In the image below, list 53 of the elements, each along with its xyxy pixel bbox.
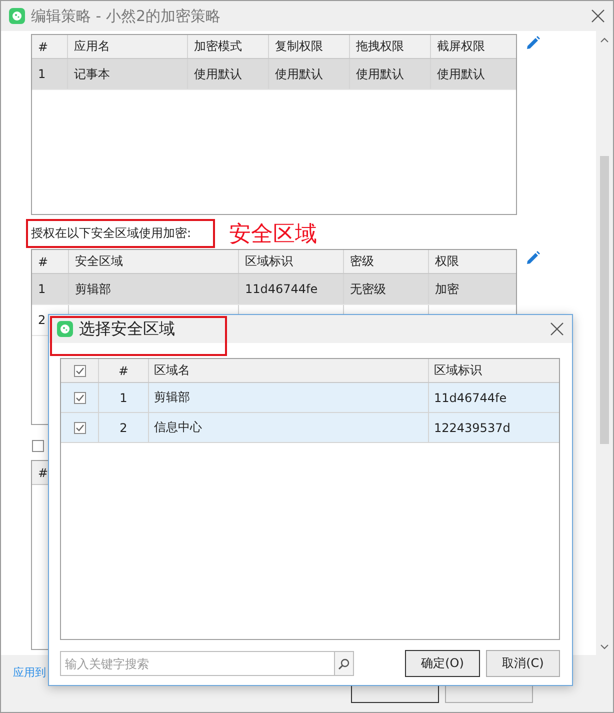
window-title: 编辑策略 - 小然2的加密策略	[31, 6, 222, 26]
zone-label: 授权在以下安全区域使用加密:	[26, 219, 216, 248]
column-header: 权限	[434, 253, 460, 270]
column-header: #	[99, 359, 149, 382]
close-icon[interactable]	[550, 322, 564, 336]
table-cell-text: 使用默认	[436, 66, 486, 82]
table-cell: 1	[32, 274, 69, 304]
table-cell: 剪辑部	[69, 274, 239, 304]
column-header: 安全区域	[69, 250, 239, 273]
column-header: #	[32, 35, 68, 58]
table-cell: 11d46744fe	[239, 274, 344, 304]
column-header: 加密模式	[188, 35, 269, 58]
table-cell-text: 122439537d	[433, 420, 512, 436]
checkbox[interactable]	[74, 392, 86, 404]
table-cell-text: 加密	[434, 280, 460, 298]
column-header: 区域标识	[433, 362, 483, 379]
table-cell: 信息中心	[149, 413, 429, 442]
table-cell-text: 11d46744fe	[433, 390, 508, 406]
dialog-title: 选择安全区域	[79, 318, 176, 340]
checkbox[interactable]	[74, 422, 86, 434]
scroll-thumb[interactable]	[600, 156, 609, 444]
edit-icon[interactable]	[526, 36, 540, 50]
column-header: 区域标识	[239, 250, 344, 273]
column-header: 复制权限	[269, 35, 350, 58]
table-row[interactable]: 1 记事本 使用默认 使用默认 使用默认 使用默认	[32, 59, 516, 90]
column-header: #	[32, 250, 69, 273]
table-cell: 1	[32, 59, 68, 89]
table-cell: 使用默认	[350, 59, 431, 89]
app-logo-icon	[57, 321, 73, 337]
app-logo-icon	[9, 8, 25, 24]
table-cell: 使用默认	[188, 59, 269, 89]
table-cell: 1	[99, 383, 149, 412]
close-icon[interactable]	[591, 9, 605, 23]
column-header: 密级	[344, 250, 429, 273]
column-header: 截屏权限	[436, 38, 486, 55]
table-cell: 2	[99, 413, 149, 442]
ok-button[interactable]: 确定(O)	[405, 650, 480, 677]
edit-icon[interactable]	[526, 251, 540, 265]
table-cell: 剪辑部	[149, 383, 429, 412]
column-header: 区域名	[149, 359, 429, 382]
cancel-button[interactable]: 取消(C)	[486, 650, 560, 677]
column-header: 应用名	[68, 35, 188, 58]
column-header: 拖拽权限	[350, 35, 431, 58]
checkbox[interactable]	[32, 440, 44, 452]
table-cell: 使用默认	[269, 59, 350, 89]
checkbox[interactable]	[74, 364, 86, 376]
table-row[interactable]: 1 剪辑部 11d46744fe 无密级 加密	[32, 274, 516, 305]
table-cell: 记事本	[68, 59, 188, 89]
annotation-text: 安全区域	[229, 220, 318, 248]
column-header: #	[37, 464, 50, 482]
table-cell: 无密级	[344, 274, 429, 304]
search-icon[interactable]	[334, 651, 354, 676]
search-field[interactable]: 输入关键字搜索	[60, 651, 334, 676]
